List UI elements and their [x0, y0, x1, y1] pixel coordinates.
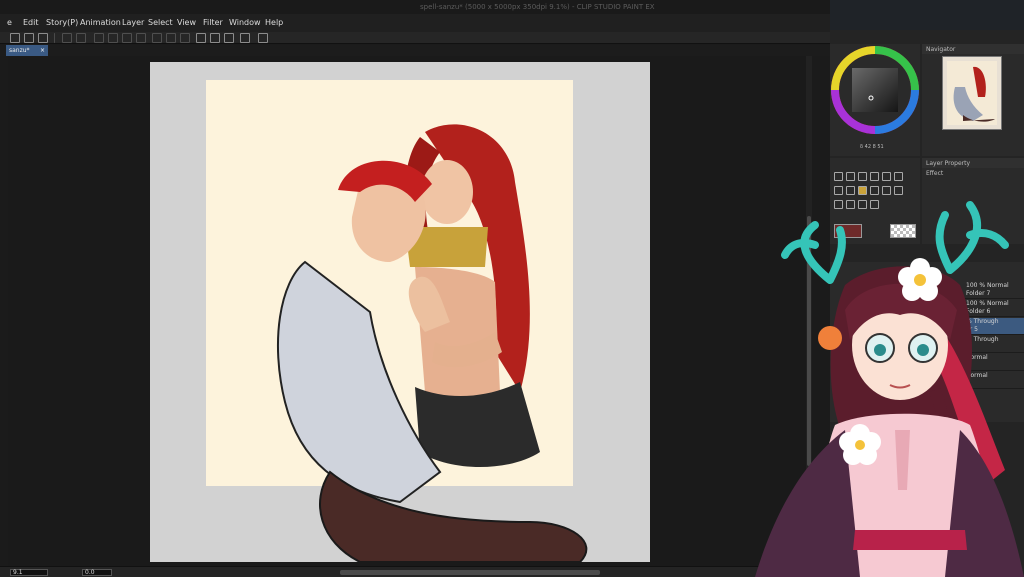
menu-animation[interactable]: Animation — [80, 18, 121, 27]
stabilizer-icon[interactable] — [210, 33, 220, 43]
rotation-field[interactable]: 0.0 — [82, 569, 112, 576]
save-icon[interactable] — [38, 33, 48, 43]
menu-select[interactable]: Select — [148, 18, 173, 27]
menu-file[interactable]: e — [7, 18, 12, 27]
pen-settings-icon[interactable] — [196, 33, 206, 43]
menu-bar: e Edit Story(P) Animation Layer Select V… — [0, 14, 830, 32]
brush-size-icon[interactable] — [224, 33, 234, 43]
color-values: δ 42 8 51 — [860, 144, 884, 150]
lasso-tool-icon[interactable] — [882, 172, 891, 181]
color-wheel-panel[interactable]: δ 42 8 51 — [830, 44, 920, 156]
tab-bar: sanzu* × — [0, 45, 830, 56]
menu-story[interactable]: Story(P) — [46, 18, 78, 27]
menu-window[interactable]: Window — [229, 18, 261, 27]
menu-filter[interactable]: Filter — [203, 18, 223, 27]
hand-tool-icon[interactable] — [834, 172, 843, 181]
select-tool-icon[interactable] — [870, 172, 879, 181]
color-wheel[interactable] — [830, 44, 920, 140]
vtuber-avatar-overlay — [755, 201, 1024, 577]
transform-icon[interactable] — [94, 33, 104, 43]
menu-edit[interactable]: Edit — [23, 18, 39, 27]
tab-label: sanzu* — [9, 47, 30, 54]
undo-icon[interactable] — [62, 33, 72, 43]
canvas-area[interactable] — [8, 56, 810, 566]
horizontal-scrollbar-thumb[interactable] — [340, 570, 600, 575]
invert-selection-icon[interactable] — [180, 33, 190, 43]
close-icon[interactable]: × — [40, 47, 45, 54]
effect-label: Effect — [926, 170, 944, 177]
clear-icon[interactable] — [136, 33, 146, 43]
menu-view[interactable]: View — [177, 18, 196, 27]
open-file-icon[interactable] — [24, 33, 34, 43]
redo-icon[interactable] — [76, 33, 86, 43]
artwork-illustration — [276, 124, 588, 562]
navigator-preview[interactable] — [942, 56, 1002, 130]
zoom-field[interactable]: 9.1 — [10, 569, 48, 576]
canvas-paper[interactable] — [150, 62, 650, 562]
magic-wand-icon[interactable] — [894, 172, 903, 181]
ruler-icon[interactable] — [240, 33, 250, 43]
new-file-icon[interactable] — [10, 33, 20, 43]
tab-document[interactable]: sanzu* × — [6, 45, 48, 56]
title-bar: spell-sanzu* (5000 x 5000px 350dpi 9.1%)… — [0, 0, 830, 14]
select-all-icon[interactable] — [152, 33, 162, 43]
dock-header — [830, 0, 1024, 30]
layer-property-header: Layer Property — [922, 158, 1024, 168]
move-tool-icon[interactable] — [858, 172, 867, 181]
settings-icon[interactable] — [258, 33, 268, 43]
copy-icon[interactable] — [108, 33, 118, 43]
zoom-tool-icon[interactable] — [846, 172, 855, 181]
menu-help[interactable]: Help — [265, 18, 283, 27]
toolbar-separator — [54, 33, 55, 43]
paste-icon[interactable] — [122, 33, 132, 43]
menu-layer[interactable]: Layer — [122, 18, 144, 27]
status-bar: 9.1 0.0 — [0, 566, 830, 577]
window-title: spell-sanzu* (5000 x 5000px 350dpi 9.1%)… — [420, 3, 655, 11]
command-bar — [0, 32, 830, 44]
navigator-header: Navigator — [922, 44, 1024, 54]
navigator-panel: Navigator — [922, 44, 1024, 156]
deselect-icon[interactable] — [166, 33, 176, 43]
